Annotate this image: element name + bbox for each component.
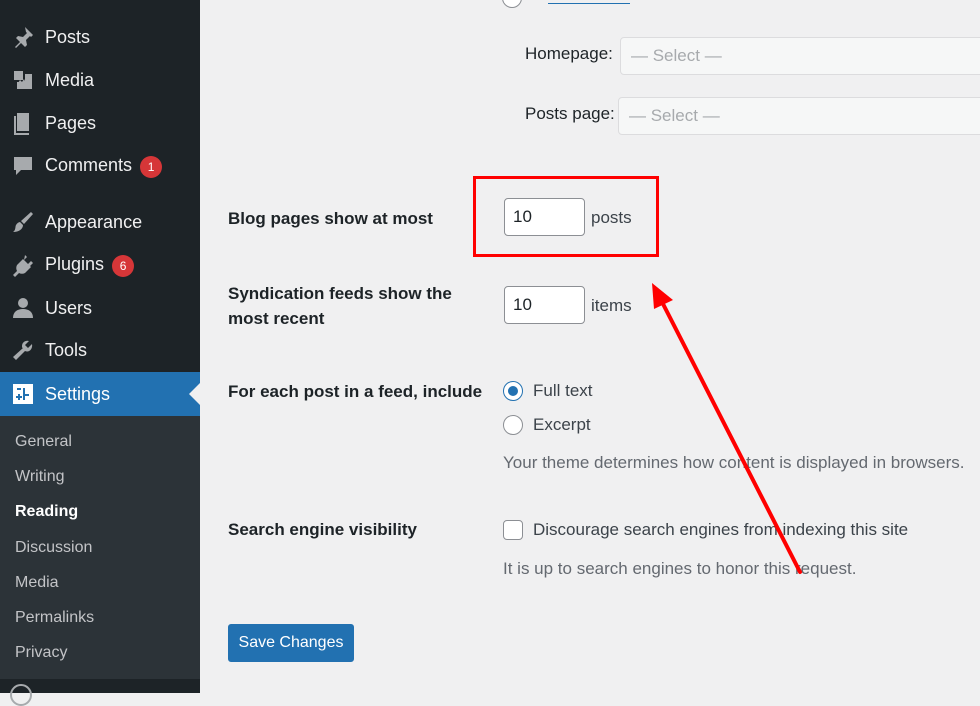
menu-label: Appearance (45, 211, 143, 232)
submenu-writing[interactable]: Writing (15, 468, 65, 486)
comment-icon (11, 154, 35, 178)
full-text-label[interactable]: Full text (533, 381, 593, 401)
menu-item-plugins[interactable]: Plugins 6 (0, 245, 200, 285)
syndication-label-line1: Syndication feeds show the (228, 284, 452, 303)
static-page-note (636, 0, 746, 2)
posts-per-rss-value: 10 (513, 295, 532, 314)
admin-sidebar: Posts Media Pages Comments 1 Appearance P… (0, 0, 200, 706)
items-unit-label: items (591, 296, 632, 315)
comments-count-badge: 1 (140, 155, 163, 178)
settings-icon (11, 382, 35, 406)
menu-label: Media (45, 69, 95, 90)
menu-label: Tools (45, 339, 88, 360)
posts-page-select-value: — Select — (629, 106, 720, 125)
homepage-select[interactable]: — Select — (620, 37, 980, 75)
search-description: It is up to search engines to honor this… (503, 559, 857, 578)
posts-page-select[interactable]: — Select — (618, 97, 980, 135)
homepage-select-value: — Select — (631, 46, 722, 65)
posts-page-label: Posts page: (525, 104, 615, 123)
collapse-menu-icon[interactable] (10, 684, 32, 706)
menu-item-comments[interactable]: Comments 1 (0, 146, 200, 186)
pin-icon (11, 25, 35, 49)
menu-item-settings[interactable]: Settings (0, 372, 200, 416)
search-visibility-label: Search engine visibility (228, 520, 417, 539)
menu-label: Users (45, 297, 93, 318)
save-changes-button[interactable]: Save Changes (228, 624, 354, 662)
blog-pages-label: Blog pages show at most (228, 209, 433, 228)
pages-icon (11, 111, 35, 135)
submenu-permalinks[interactable]: Permalinks (15, 609, 94, 627)
feed-content-label: For each post in a feed, include (228, 382, 483, 401)
media-icon (11, 68, 35, 92)
menu-label: Pages (45, 112, 97, 133)
submenu-discussion[interactable]: Discussion (15, 539, 92, 557)
settings-submenu: General Writing Reading Discussion Media… (0, 416, 200, 679)
homepage-label: Homepage: (525, 44, 613, 63)
menu-label: Plugins 6 (45, 254, 135, 277)
menu-label: Posts (45, 26, 91, 47)
plug-icon (11, 253, 35, 277)
brush-icon (11, 210, 35, 234)
user-icon (11, 296, 35, 320)
static-page-link[interactable] (548, 0, 630, 4)
menu-item-users[interactable]: Users (0, 288, 200, 328)
submenu-general[interactable]: General (15, 433, 72, 451)
submenu-reading[interactable]: Reading (15, 503, 78, 521)
excerpt-radio[interactable] (503, 415, 523, 435)
syndication-label: Syndication feeds show the most recent (228, 281, 452, 331)
submenu-media[interactable]: Media (15, 574, 59, 592)
menu-label: Comments 1 (45, 155, 163, 178)
wrench-icon (11, 338, 35, 362)
submenu-privacy[interactable]: Privacy (15, 644, 67, 662)
discourage-search-label[interactable]: Discourage search engines from indexing … (533, 520, 908, 540)
menu-item-appearance[interactable]: Appearance (0, 202, 200, 242)
full-text-radio[interactable] (503, 381, 523, 401)
feed-description: Your theme determines how content is dis… (503, 453, 965, 472)
plugins-count-badge: 6 (112, 254, 135, 277)
discourage-search-checkbox[interactable] (503, 520, 523, 540)
posts-per-rss-input[interactable]: 10 (504, 286, 585, 324)
menu-item-posts[interactable]: Posts (0, 17, 200, 57)
excerpt-label[interactable]: Excerpt (533, 415, 591, 435)
posts-unit-label: posts (591, 208, 632, 227)
menu-item-pages[interactable]: Pages (0, 103, 200, 143)
posts-per-page-value: 10 (513, 207, 532, 226)
posts-per-page-input[interactable]: 10 (504, 198, 585, 236)
static-page-radio[interactable] (502, 0, 522, 8)
syndication-label-line2: most recent (228, 309, 325, 328)
menu-item-media[interactable]: Media (0, 60, 200, 100)
reading-settings-form: Homepage: — Select — Posts page: — Selec… (200, 0, 980, 693)
menu-item-tools[interactable]: Tools (0, 330, 200, 370)
menu-label: Settings (45, 383, 111, 404)
